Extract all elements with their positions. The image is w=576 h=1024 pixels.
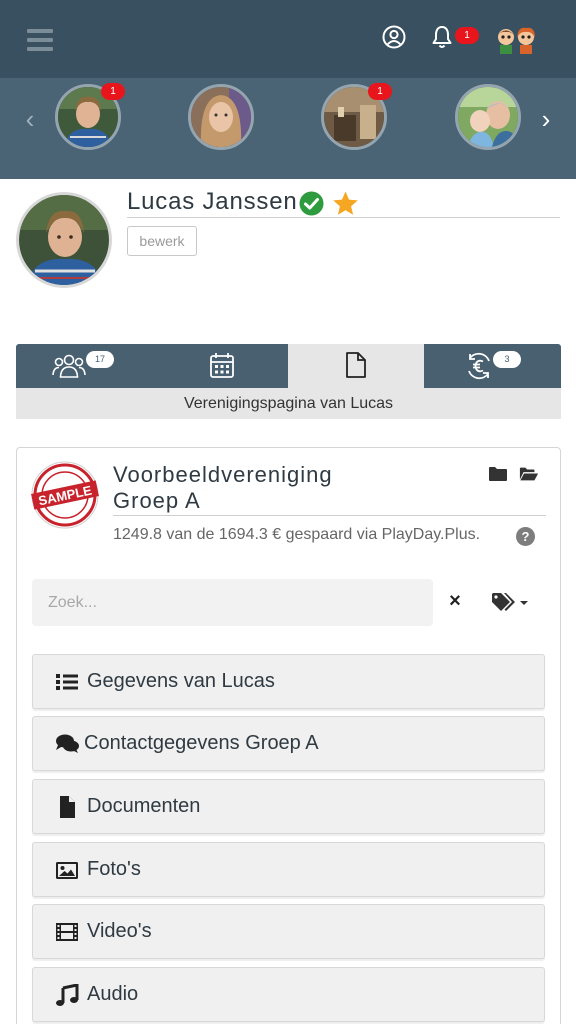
star-icon[interactable] <box>332 190 359 217</box>
check-circle-icon <box>299 191 324 216</box>
menu-item-audio[interactable]: Audio <box>32 967 545 1022</box>
comments-icon <box>56 734 79 753</box>
tab-bar: 17 3 <box>16 344 561 388</box>
tab-document[interactable] <box>288 344 424 388</box>
club-name: Voorbeeldvereniging Groep A <box>113 462 473 514</box>
group-icon <box>52 354 86 378</box>
club-name-line2: Groep A <box>113 488 201 513</box>
divider <box>113 515 546 516</box>
bell-icon[interactable] <box>429 24 455 50</box>
menu-item-videos[interactable]: Video's <box>32 904 545 959</box>
menu-item-label: Contactgegevens Groep A <box>84 732 319 754</box>
chevron-right-icon[interactable]: › <box>536 104 556 134</box>
folder-icon[interactable] <box>488 466 508 482</box>
menu-item-label: Audio <box>87 983 139 1005</box>
document-icon <box>346 352 366 378</box>
image-icon <box>56 862 78 879</box>
menu-item-fotos[interactable]: Foto's <box>32 842 545 897</box>
club-logo: SAMPLE <box>31 461 99 529</box>
search-input[interactable] <box>32 579 433 626</box>
kids-avatar-icon[interactable] <box>494 26 538 54</box>
tab-calendar[interactable] <box>154 344 288 388</box>
profile-name: Lucas Janssen <box>127 188 298 215</box>
folder-open-icon[interactable] <box>519 466 539 482</box>
children-carousel: ‹ 1 1 › <box>0 78 576 179</box>
savings-count-badge: 3 <box>493 351 521 368</box>
film-icon <box>56 923 78 941</box>
tag-filter-icon[interactable] <box>491 591 531 613</box>
group-count-badge: 17 <box>86 351 114 368</box>
child-notification-badge: 1 <box>101 83 125 100</box>
file-icon <box>60 796 75 818</box>
euro-cycle-icon <box>468 352 490 380</box>
child-avatar[interactable] <box>455 84 521 150</box>
menu-item-label: Foto's <box>87 858 141 880</box>
club-card: SAMPLE Voorbeeldvereniging Groep A 1249.… <box>16 447 561 1024</box>
tab-caption: Verenigingspagina van Lucas <box>16 388 561 419</box>
menu-item-label: Video's <box>87 920 152 942</box>
menu-item-label: Documenten <box>87 795 201 817</box>
club-name-line1: Voorbeeldvereniging <box>113 462 333 487</box>
notification-badge: 1 <box>455 27 479 44</box>
menu-item-label: Gegevens van Lucas <box>87 670 275 692</box>
top-navbar: 1 <box>0 0 576 78</box>
tab-savings[interactable]: 3 <box>424 344 561 388</box>
menu-item-documenten[interactable]: Documenten <box>32 779 545 834</box>
help-icon[interactable]: ? <box>516 527 535 546</box>
user-circle-icon[interactable] <box>381 24 407 50</box>
savings-text: 1249.8 van de 1694.3 € gespaard via Play… <box>113 526 481 543</box>
child-avatar[interactable] <box>188 84 254 150</box>
tab-group[interactable]: 17 <box>16 344 154 388</box>
hamburger-icon[interactable] <box>27 29 53 51</box>
edit-profile-button[interactable]: bewerk <box>127 226 197 256</box>
divider <box>127 217 560 218</box>
list-icon <box>56 674 78 690</box>
menu-item-contactgegevens[interactable]: Contactgegevens Groep A <box>32 716 545 771</box>
profile-avatar <box>16 192 112 288</box>
menu-item-gegevens[interactable]: Gegevens van Lucas <box>32 654 545 709</box>
calendar-icon <box>210 353 234 378</box>
child-notification-badge: 1 <box>368 83 392 100</box>
chevron-left-icon[interactable]: ‹ <box>20 104 40 134</box>
clear-search-icon[interactable]: × <box>447 591 463 611</box>
music-icon <box>56 984 79 1006</box>
